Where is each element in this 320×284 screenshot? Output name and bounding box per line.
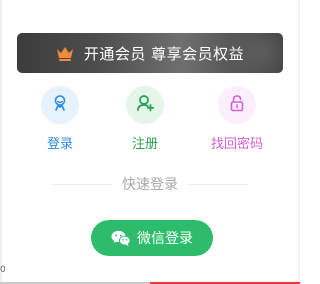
divider-line-right (188, 183, 248, 185)
login-label: 登录 (46, 137, 73, 152)
backdrop-left-edge (0, 0, 2, 284)
login-action[interactable]: 登录 (25, 86, 95, 152)
add-user-icon (135, 93, 155, 117)
backdrop-edge-mark: 0 (0, 265, 6, 275)
lock-icon (227, 93, 247, 117)
user-icon (50, 93, 70, 117)
banner-sheen (203, 33, 283, 73)
recover-password-action[interactable]: 找回密码 (202, 86, 272, 152)
wechat-login-label: 微信登录 (137, 231, 193, 247)
register-label: 注册 (131, 137, 158, 152)
vip-membership-banner[interactable]: 开通会员 尊享会员权益 (17, 33, 283, 73)
register-action[interactable]: 注册 (110, 86, 180, 152)
wechat-login-button[interactable]: 微信登录 (91, 220, 213, 256)
register-icon-circle (126, 86, 164, 124)
recover-password-label: 找回密码 (210, 137, 263, 152)
login-popup: 0 开通会员 尊享会员权益 登录 注册 找回密码 快速登录 微信登录 (0, 0, 300, 284)
quick-login-divider: 快速登录 (52, 174, 248, 194)
crown-icon (56, 45, 74, 61)
quick-login-heading: 快速登录 (122, 177, 178, 193)
recover-icon-circle (218, 86, 256, 124)
wechat-icon (111, 230, 131, 247)
login-icon-circle (41, 86, 79, 124)
divider-line-left (52, 183, 112, 185)
backdrop-right-edge (298, 0, 300, 284)
